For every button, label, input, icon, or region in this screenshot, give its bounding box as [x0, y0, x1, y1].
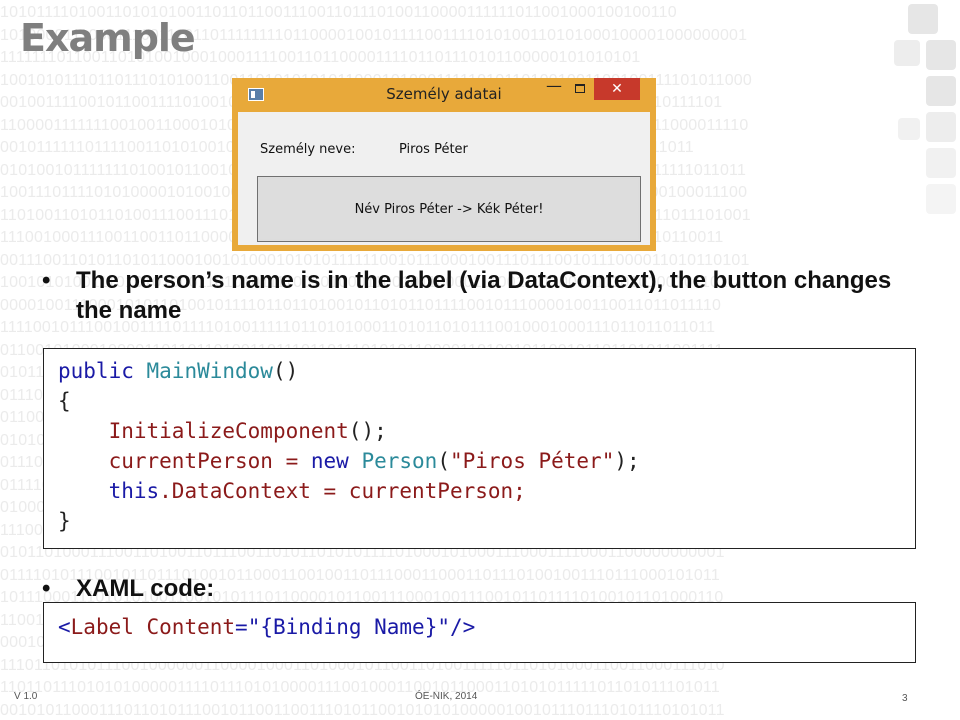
code-line: {	[58, 389, 71, 413]
window-titlebar[interactable]: Személy adatai — ✕	[238, 78, 650, 112]
footer-org: ÓE-NIK, 2014	[415, 691, 478, 702]
decorative-squares	[890, 0, 960, 260]
slide-title: Example	[20, 16, 196, 60]
page-number: 3	[902, 693, 908, 704]
bullet-dot: •	[42, 575, 51, 602]
csharp-code-block: public MainWindow() { InitializeComponent…	[43, 348, 916, 549]
code-line: currentPerson = new Person("Piros Péter"…	[108, 449, 640, 473]
window-client-area: Személy neve: Piros Péter Név Piros Péte…	[238, 112, 650, 245]
bullet-dot: •	[42, 267, 51, 294]
change-name-button[interactable]: Név Piros Péter -> Kék Péter!	[257, 176, 641, 242]
code-line: this.DataContext = currentPerson;	[108, 479, 526, 503]
person-name-label: Piros Péter	[399, 142, 468, 157]
xaml-code-block: <Label Content="{Binding Name}"/>	[43, 602, 916, 663]
app-window: Személy adatai — ✕ Személy neve: Piros P…	[232, 78, 656, 251]
bullet-text: The person’s name is in the label (via D…	[76, 267, 892, 324]
binary-line: 1101101110101010000011110111010100001110…	[0, 679, 720, 696]
bullet-item: • XAML code:	[42, 574, 214, 604]
close-button[interactable]: ✕	[594, 78, 640, 100]
code-line: public MainWindow()	[58, 359, 299, 383]
binary-line: 0010101100011101101011100101100110011101…	[0, 701, 725, 719]
person-name-caption: Személy neve:	[260, 142, 356, 157]
bullet-text: XAML code:	[76, 575, 215, 602]
maximize-button[interactable]	[566, 78, 594, 100]
minimize-button[interactable]: —	[540, 78, 568, 100]
bullet-item: • The person’s name is in the label (via…	[42, 266, 922, 326]
footer-version: V 1.0	[14, 691, 38, 702]
code-line: InitializeComponent();	[108, 419, 387, 443]
maximize-icon	[575, 84, 585, 93]
code-line: }	[58, 509, 71, 533]
